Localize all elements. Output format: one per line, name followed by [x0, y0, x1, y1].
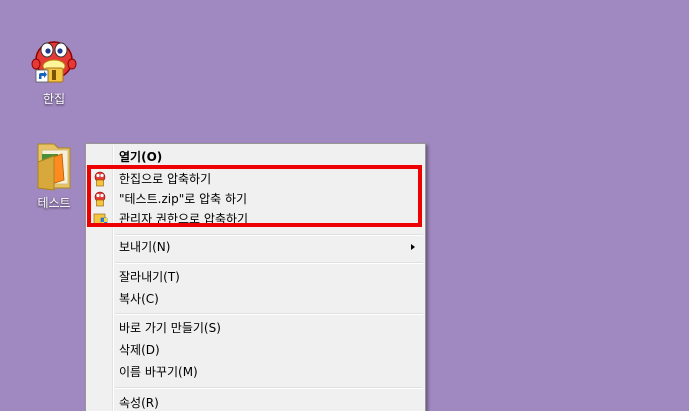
menu-item-label: 잘라내기(T): [119, 270, 180, 284]
desktop-icon-folder[interactable]: 테스트: [22, 140, 86, 211]
menu-item-label: "테스트.zip"로 압축 하기: [119, 192, 248, 206]
context-menu: 열기(O) 한집으로 압축하기 "테스트.zip"로 압축 하기 관리자 권한으…: [85, 143, 426, 411]
menu-item-label: 보내기(N): [119, 240, 171, 254]
menu-separator: [115, 313, 423, 315]
menu-item-copy[interactable]: 복사(C): [88, 289, 423, 309]
menu-item-compress-zip[interactable]: "테스트.zip"로 압축 하기: [88, 189, 423, 209]
menu-item-open[interactable]: 열기(O): [88, 147, 423, 167]
admin-shield-icon: [93, 213, 108, 227]
menu-separator: [115, 234, 423, 236]
menu-item-label: 삭제(D): [119, 343, 160, 357]
menu-separator: [115, 262, 423, 264]
menu-item-label: 관리자 권한으로 압축하기: [119, 212, 249, 226]
submenu-arrow-icon: [411, 244, 415, 250]
desktop-icon-label: 테스트: [37, 196, 71, 210]
menu-item-label: 속성(R): [119, 396, 159, 410]
menu-item-rename[interactable]: 이름 바꾸기(M): [88, 362, 423, 382]
folder-icon: [37, 143, 71, 191]
desktop-icon-label: 한집: [42, 92, 66, 106]
menu-item-properties[interactable]: 속성(R): [88, 393, 423, 411]
menu-item-create-shortcut[interactable]: 바로 가기 만들기(S): [88, 318, 423, 338]
menu-item-label: 열기(O): [119, 150, 163, 164]
hanzip-mascot-icon: [31, 41, 77, 83]
menu-item-label: 바로 가기 만들기(S): [119, 321, 221, 335]
menu-item-label: 이름 바꾸기(M): [119, 365, 198, 379]
menu-item-cut[interactable]: 잘라내기(T): [88, 267, 423, 287]
desktop-icon-hanzip[interactable]: 한집: [22, 36, 86, 107]
menu-item-send-to[interactable]: 보내기(N): [88, 237, 423, 257]
menu-separator: [115, 387, 423, 389]
hanzip-icon: [94, 171, 106, 187]
menu-item-delete[interactable]: 삭제(D): [88, 340, 423, 360]
menu-item-label: 한집으로 압축하기: [119, 172, 212, 186]
menu-item-compress-hanzip[interactable]: 한집으로 압축하기: [88, 169, 423, 189]
menu-item-compress-admin[interactable]: 관리자 권한으로 압축하기: [88, 209, 423, 229]
menu-item-label: 복사(C): [119, 292, 159, 306]
hanzip-icon: [94, 191, 106, 207]
